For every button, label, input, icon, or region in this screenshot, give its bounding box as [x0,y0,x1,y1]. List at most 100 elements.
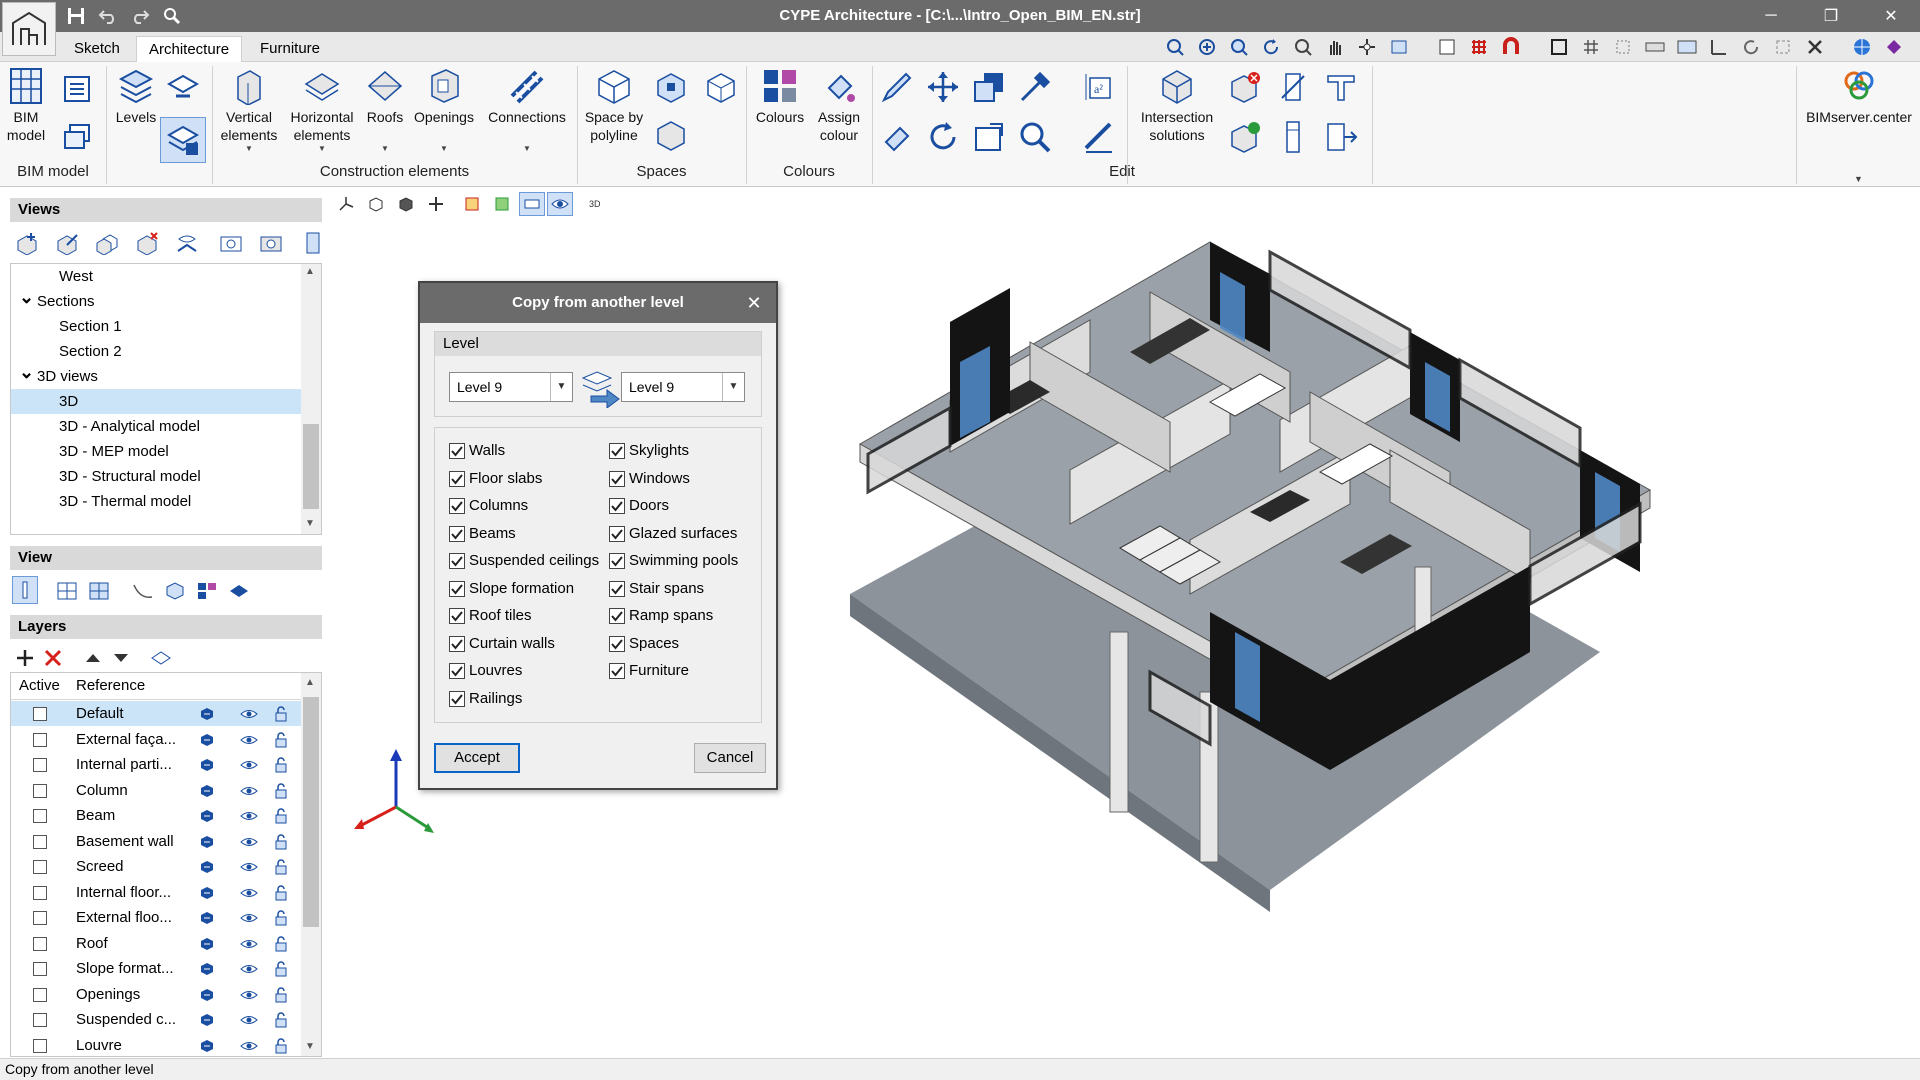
layer-active-checkbox[interactable] [33,783,47,798]
chevron-down-icon[interactable]: ⌄ [19,285,34,310]
layer-row[interactable]: Openings [11,982,301,1007]
layer-solid-icon[interactable] [197,781,217,801]
measure-icon[interactable] [1080,118,1118,156]
update-solution-icon[interactable] [1226,118,1264,156]
lock-icon[interactable] [271,806,291,826]
layer-solid-icon[interactable] [197,959,217,979]
layers-scrollbar[interactable]: ▲ ▼ [301,673,321,1056]
layer-active-checkbox[interactable] [33,758,47,772]
openings-button[interactable]: Openings ▼ [410,66,478,154]
layers-scroll-up-icon[interactable]: ▲ [305,677,315,688]
lock-icon[interactable] [271,704,291,724]
layer-row[interactable]: External faça... [11,727,301,752]
layer-row[interactable]: Louvre [11,1033,301,1057]
layer-active-checkbox[interactable] [33,860,47,874]
zoom-in-icon[interactable] [1226,35,1252,59]
ortho-icon[interactable] [1770,35,1796,59]
checkbox[interactable] [449,470,465,487]
copy-from-level-button[interactable] [160,117,206,163]
clip-icon[interactable] [459,192,485,216]
extend-icon[interactable] [1322,118,1360,156]
view-item[interactable]: 3D [11,389,301,414]
lock-icon[interactable] [271,883,291,903]
connections-button[interactable]: Connections ▼ [482,66,572,154]
view-add-icon[interactable] [12,228,42,258]
lock-icon[interactable] [271,985,291,1005]
bim-model-update-icon[interactable] [58,118,96,156]
bim-model-button[interactable]: BIM model [4,66,48,144]
layer-active-checkbox[interactable] [33,707,47,721]
levels-button[interactable]: Levels [112,66,160,126]
layer-row[interactable]: Internal parti... [11,752,301,777]
views-group[interactable]: ⌄ 3D views [11,362,301,389]
checkbox[interactable] [449,580,465,597]
checkbox[interactable] [609,443,625,459]
checkbox[interactable] [609,470,625,487]
view-grid-icon[interactable] [84,576,114,606]
section-icon[interactable] [489,192,515,216]
eye-icon[interactable] [239,959,259,979]
view-item[interactable]: 3D - Structural model [11,464,301,489]
layer-solid-icon[interactable] [197,908,217,928]
layer-row[interactable]: Internal floor... [11,880,301,905]
globe-icon[interactable] [1850,35,1876,59]
eye-icon[interactable] [239,883,259,903]
views-group[interactable]: ⌄ Sections [11,287,301,314]
grid-icon[interactable] [1578,35,1604,59]
lock-icon[interactable] [271,730,291,750]
view-item[interactable]: 3D - MEP model [11,439,301,464]
layer-active-checkbox[interactable] [33,936,47,951]
accept-button[interactable]: Accept [434,743,520,773]
zoom-out-icon[interactable] [1290,35,1316,59]
erase-icon[interactable] [878,118,916,156]
scroll-up-icon[interactable]: ▲ [305,266,315,277]
dimension-icon[interactable] [1642,35,1668,59]
render-icon[interactable] [393,192,419,216]
layer-solid-icon[interactable] [197,934,217,954]
checkbox[interactable] [449,608,465,624]
col-reference-header[interactable]: Reference [76,673,145,699]
layer-solid-icon[interactable] [197,985,217,1005]
tab-furniture[interactable]: Furniture [248,36,332,62]
view-cube-icon[interactable] [1386,35,1412,59]
layer-add-icon[interactable] [10,643,40,673]
layer-solid-icon[interactable] [197,857,217,877]
checkbox[interactable] [609,580,625,597]
layer-row[interactable]: Column [11,778,301,803]
checkbox[interactable] [449,498,465,514]
rotate-icon[interactable] [1738,35,1764,59]
layer-move-down-icon[interactable] [106,643,136,673]
layer-move-up-icon[interactable] [78,643,108,673]
bimserver-button[interactable]: BIMserver.center [1800,66,1918,126]
lock-icon[interactable] [271,781,291,801]
eye-icon[interactable] [239,985,259,1005]
chevron-down-icon[interactable]: ⌄ [19,360,34,385]
layers-scroll-thumb[interactable] [303,697,319,927]
app-logo-icon[interactable] [2,2,56,56]
layer-row[interactable]: Slope format... [11,956,301,981]
explode-icon[interactable] [423,192,449,216]
layer-solid-icon[interactable] [197,1036,217,1056]
checkbox[interactable] [609,635,625,652]
intersection-solutions-button[interactable]: Intersection solutions [1132,66,1222,144]
eye-icon[interactable] [239,1036,259,1056]
space-auto-icon[interactable] [702,68,740,106]
angle-icon[interactable] [1706,35,1732,59]
3d-navigate-icon[interactable]: 3D [583,192,609,216]
view-item[interactable]: 3D - Analytical model [11,414,301,439]
layer-active-checkbox[interactable] [33,809,47,823]
layer-active-checkbox[interactable] [33,1038,47,1053]
colours-button[interactable]: Colours [752,66,808,126]
refresh-icon[interactable] [1258,35,1284,59]
bim-model-link-icon[interactable] [58,70,96,108]
layer-active-checkbox[interactable] [33,834,47,849]
roofs-button[interactable]: Roofs ▼ [362,66,408,154]
checkbox[interactable] [449,663,465,679]
view-item[interactable]: Section 1 [11,314,301,339]
view-copy-icon[interactable] [92,228,122,258]
capture-icon[interactable] [216,228,246,258]
layer-active-checkbox[interactable] [33,1013,47,1027]
layer-row[interactable]: Suspended c... [11,1007,301,1032]
layer-row[interactable]: Basement wall [11,829,301,854]
lock-icon[interactable] [271,857,291,877]
